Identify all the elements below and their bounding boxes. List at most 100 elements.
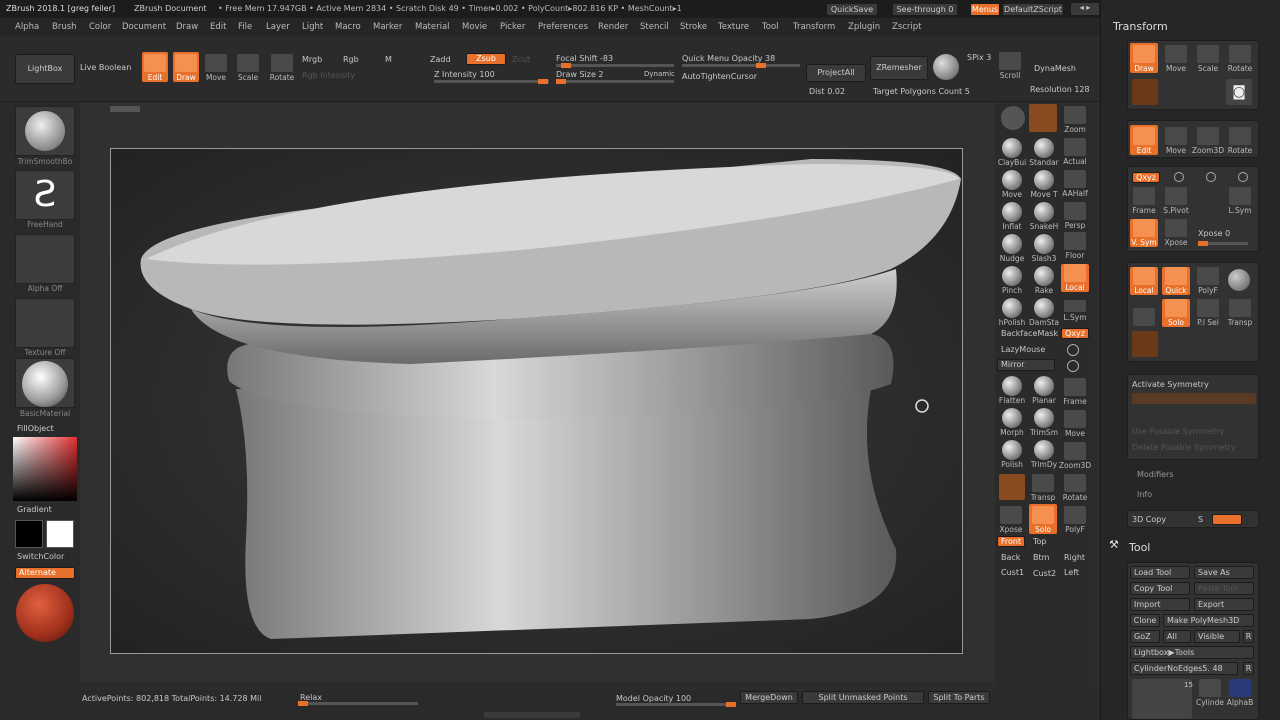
quicksave-button[interactable]: QuickSave [826, 3, 878, 16]
focal-shift-track[interactable] [556, 63, 674, 68]
view-back-button[interactable]: Back [1001, 553, 1020, 562]
actual-button[interactable]: Actual [1061, 136, 1089, 166]
menu-light[interactable]: Light [302, 22, 323, 32]
z-intensity-slider[interactable]: Z Intensity 100 [434, 70, 495, 79]
brush-thumbnail[interactable] [15, 106, 75, 156]
transform-solo-button[interactable]: Solo [1162, 299, 1190, 327]
move-view-button[interactable]: Move [1061, 408, 1089, 438]
zoom3d-button[interactable]: Zoom3D [1059, 440, 1091, 470]
menu-alpha[interactable]: Alpha [15, 22, 39, 32]
view-cust2-button[interactable]: Cust2 [1033, 569, 1056, 578]
brush-pinch[interactable]: Pinch [996, 266, 1028, 295]
persp-button[interactable]: Persp [1061, 200, 1089, 230]
draw-size-track[interactable] [556, 79, 674, 84]
brush-hpolish[interactable]: hPolish [996, 298, 1028, 327]
export-button[interactable]: Export [1194, 598, 1254, 611]
menu-preferences[interactable]: Preferences [538, 22, 588, 32]
use-posable-symmetry-button[interactable]: Use Posable Symmetry [1132, 427, 1224, 436]
menu-brush[interactable]: Brush [52, 22, 77, 32]
lightbox-tools-button[interactable]: Lightbox▶Tools [1130, 646, 1254, 659]
rotate-view-button[interactable]: Rotate [1061, 472, 1089, 502]
transform-vsym-button[interactable]: V. Sym [1130, 219, 1158, 247]
menu-color[interactable]: Color [89, 22, 111, 32]
save-as-button[interactable]: Save As [1194, 566, 1254, 579]
menu-zplugin[interactable]: Zplugin [848, 22, 880, 32]
transform-rotate-button[interactable]: Rotate [1226, 43, 1254, 73]
frame-button[interactable]: Frame [1061, 376, 1089, 406]
gyro-icon[interactable] [1174, 172, 1184, 182]
canvas-scroll-handle[interactable] [110, 106, 140, 112]
default-zscript-button[interactable]: DefaultZScript [1002, 3, 1064, 16]
camera-icon[interactable]: ◙ [1226, 79, 1252, 105]
clone-button[interactable]: Clone [1130, 614, 1160, 627]
tool-thumb-alphab[interactable]: AlphaB [1226, 679, 1254, 707]
transform-qxyz-button[interactable]: Qxyz [1132, 172, 1160, 183]
xpose-slider[interactable]: Xpose 0 [1198, 229, 1230, 238]
alpha-thumbnail[interactable] [15, 234, 75, 284]
transform-panel-title[interactable]: Transform [1113, 20, 1168, 33]
gyro-icon[interactable] [1238, 172, 1248, 182]
goz-visible-button[interactable]: Visible [1194, 630, 1240, 643]
lazymouse-button[interactable]: LazyMouse [1001, 345, 1045, 354]
modifiers-section[interactable]: Modifiers [1137, 470, 1174, 479]
symmetry-axis-buttons[interactable] [1132, 393, 1256, 404]
sphere-toggle-icon[interactable] [1001, 106, 1025, 130]
live-boolean-button[interactable]: Live Boolean [80, 63, 131, 72]
transp-button[interactable]: Transp [1029, 472, 1057, 502]
zremesher-button[interactable]: ZRemesher [870, 56, 928, 80]
rgb-intensity-slider[interactable]: Rgb Intensity [302, 71, 355, 80]
rotation-pivot-icon[interactable] [915, 399, 929, 413]
solo-button[interactable]: Solo [1029, 504, 1057, 534]
material-preview-sphere[interactable] [16, 584, 74, 642]
transform-xpose-button[interactable]: Xpose [1162, 219, 1190, 247]
3d-copy-button[interactable]: 3D Copy [1132, 515, 1166, 524]
current-tool-slider[interactable]: CylinderNoEdges5. 48 [1130, 662, 1238, 675]
goz-button[interactable]: GoZ [1130, 630, 1160, 643]
menu-document[interactable]: Document [122, 22, 166, 32]
activate-symmetry-button[interactable]: Activate Symmetry [1132, 380, 1209, 389]
transform-local-button[interactable]: Local [1130, 267, 1158, 295]
transform-spivot-button[interactable]: S.Pivot [1162, 187, 1190, 215]
view-left-button[interactable]: Left [1064, 568, 1079, 577]
brush-trimdynamic[interactable]: TrimDy [1028, 440, 1060, 469]
fillobject-button[interactable]: FillObject [17, 424, 54, 433]
transform-frame-button[interactable]: Frame [1130, 187, 1158, 215]
view-right-button[interactable]: Right [1064, 553, 1085, 562]
goz-all-button[interactable]: All [1163, 630, 1191, 643]
spix-sphere-icon[interactable] [933, 54, 959, 80]
split-to-parts-button[interactable]: Split To Parts [928, 691, 990, 704]
gyro-icon-2[interactable] [1067, 360, 1079, 372]
alternate-button[interactable]: Alternate [15, 567, 75, 579]
transform-move-button[interactable]: Move [1162, 43, 1190, 73]
main-color-swatch[interactable] [46, 520, 74, 548]
spix-slider[interactable]: SPix 3 [967, 53, 991, 62]
mrgb-button[interactable]: Mrgb [302, 55, 322, 64]
menu-layer[interactable]: Layer [266, 22, 290, 32]
menus-button[interactable]: Menus [970, 3, 1000, 16]
menu-tool[interactable]: Tool [762, 22, 779, 32]
color-picker[interactable] [13, 437, 77, 501]
brush-swatch-tile[interactable] [1132, 331, 1158, 357]
menu-edit[interactable]: Edit [210, 22, 226, 32]
menu-draw[interactable]: Draw [176, 22, 198, 32]
z-intensity-track[interactable] [434, 79, 549, 84]
brush-nudge[interactable]: Nudge [996, 234, 1028, 263]
view-cust1-button[interactable]: Cust1 [1001, 568, 1024, 577]
make-polymesh3d-button[interactable]: Make PolyMesh3D [1163, 614, 1254, 627]
zcut-button[interactable]: Zcut [512, 55, 530, 64]
brush-slash3[interactable]: Slash3 [1028, 234, 1060, 263]
menu-transform[interactable]: Transform [793, 22, 835, 32]
sculpt-model[interactable] [111, 149, 964, 655]
bottom-tray-handle[interactable] [484, 712, 580, 718]
current-tool-thumbnail[interactable] [1132, 679, 1192, 719]
brush-preview-tile[interactable] [1029, 104, 1057, 132]
menu-movie[interactable]: Movie [462, 22, 487, 32]
brush-polish[interactable]: Polish [996, 440, 1028, 469]
brush-snakehook[interactable]: SnakeH [1028, 202, 1060, 231]
gizmo-tile[interactable] [1132, 79, 1158, 105]
dist-slider[interactable]: Dist 0.02 [809, 87, 845, 96]
transform-draw-button[interactable]: Draw [1130, 43, 1158, 73]
menu-marker[interactable]: Marker [373, 22, 402, 32]
view-front-button[interactable]: Front [997, 536, 1025, 547]
transform-move2-button[interactable]: Move [1162, 125, 1190, 155]
